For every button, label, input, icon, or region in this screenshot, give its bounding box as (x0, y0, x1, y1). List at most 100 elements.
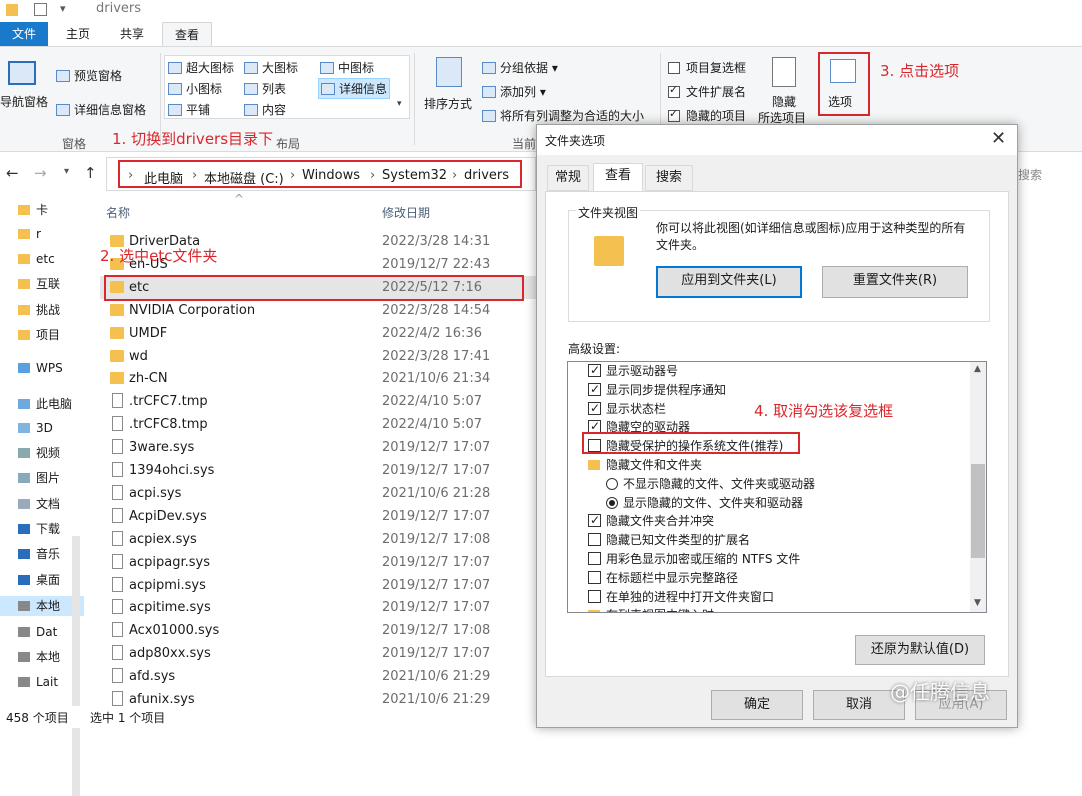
advanced-option[interactable]: 不显示隐藏的文件、文件夹或驱动器 (606, 475, 815, 494)
table-row[interactable]: 3ware.sys 2019/12/7 17:07 (100, 436, 536, 459)
tab-view[interactable]: 查看 (593, 163, 643, 191)
crumb-this-pc[interactable]: 此电脑 (144, 168, 183, 187)
advanced-option[interactable]: 显示同步提供程序通知 (588, 380, 726, 400)
hidden-items-toggle[interactable]: 隐藏的项目 (668, 107, 746, 124)
table-row[interactable]: AcpiDev.sys 2019/12/7 17:07 (100, 505, 536, 528)
nav-item[interactable]: 视频 (18, 443, 84, 463)
add-columns-button[interactable]: 添加列 ▾ (482, 83, 546, 100)
tab-view[interactable]: 查看 (162, 22, 212, 46)
nav-item[interactable]: 3D (18, 418, 84, 438)
table-row[interactable]: Acx01000.sys 2019/12/7 17:08 (100, 619, 536, 642)
table-row[interactable]: acpitime.sys 2019/12/7 17:07 (100, 596, 536, 619)
hide-button[interactable]: 隐藏 (772, 93, 796, 110)
group-by-button[interactable]: 分组依据 ▾ (482, 59, 558, 76)
close-icon[interactable]: ✕ (991, 128, 1006, 149)
navigation-pane: 卡 r etc 互联 挑战 项目 WPS 此电脑 3D 视频 图片 文档 下载 … (0, 196, 84, 796)
qat-dropdown-icon[interactable]: ▾ (60, 2, 66, 15)
tab-share[interactable]: 共享 (110, 22, 154, 46)
cloud-icon (18, 363, 30, 373)
details-pane-button[interactable]: 详细信息窗格 (56, 101, 146, 118)
advanced-option[interactable]: 隐藏已知文件类型的扩展名 (588, 531, 750, 550)
file-extensions-toggle[interactable]: 文件扩展名 (668, 83, 746, 100)
layout-details[interactable]: 详细信息 (318, 78, 391, 99)
breadcrumb[interactable]: › 此电脑 › 本地磁盘 (C:) › Windows › System32 ›… (118, 160, 522, 188)
layout-list[interactable]: 列表 (244, 80, 286, 97)
layout-content[interactable]: 内容 (244, 101, 286, 118)
crumb-drivers[interactable]: drivers (464, 168, 509, 183)
advanced-scrollbar[interactable]: ▲ ▼ (970, 362, 986, 612)
tab-file[interactable]: 文件 (0, 22, 48, 46)
apply-to-folders-button[interactable]: 应用到文件夹(L) (656, 266, 802, 298)
search-input[interactable]: 搜索 (1018, 166, 1042, 183)
advanced-option[interactable]: 显示隐藏的文件、文件夹和驱动器 (606, 494, 803, 513)
scroll-up-icon[interactable]: ▲ (974, 364, 981, 374)
table-row[interactable]: zh-CN 2021/10/6 21:34 (100, 367, 536, 390)
table-row[interactable]: .trCFC7.tmp 2022/4/10 5:07 (100, 390, 536, 413)
crumb-system32[interactable]: System32 (382, 168, 447, 183)
file-name: acpiex.sys (129, 532, 197, 547)
window-title: drivers (96, 1, 142, 16)
advanced-option[interactable]: 用彩色显示加密或压缩的 NTFS 文件 (588, 550, 800, 569)
nav-pane-button[interactable]: 导航窗格 (0, 93, 48, 110)
advanced-option[interactable]: 隐藏文件夹合并冲突 (588, 511, 714, 531)
scroll-down-icon[interactable]: ▼ (974, 598, 981, 608)
back-icon[interactable]: ← (6, 164, 19, 182)
table-row[interactable]: wd 2022/3/28 17:41 (100, 345, 536, 368)
layout-large-icons[interactable]: 大图标 (244, 59, 298, 76)
nav-item[interactable]: 文档 (18, 494, 84, 514)
table-row[interactable]: acpipmi.sys 2019/12/7 17:07 (100, 574, 536, 597)
table-row[interactable]: acpipagr.sys 2019/12/7 17:07 (100, 551, 536, 574)
recent-dropdown-icon[interactable]: ▾ (64, 166, 69, 177)
tab-general[interactable]: 常规 (547, 165, 589, 191)
tab-search[interactable]: 搜索 (645, 165, 693, 191)
nav-item[interactable]: 互联 (18, 274, 84, 294)
layout-xl-icons[interactable]: 超大图标 (168, 59, 234, 76)
table-row[interactable]: acpi.sys 2021/10/6 21:28 (100, 482, 536, 505)
nav-item[interactable]: 挑战 (18, 300, 84, 320)
advanced-option[interactable]: 在标题栏中显示完整路径 (588, 569, 738, 588)
advanced-option[interactable]: 在单独的进程中打开文件夹窗口 (588, 588, 774, 607)
file-date: 2019/12/7 17:07 (382, 555, 491, 570)
nav-item[interactable]: etc (18, 249, 84, 269)
table-row[interactable]: UMDF 2022/4/2 16:36 (100, 322, 536, 345)
column-name[interactable]: 名称 (106, 204, 130, 221)
fit-columns-button[interactable]: 将所有列调整为合适的大小 (482, 107, 644, 124)
drive-icon (18, 677, 30, 687)
nav-item[interactable]: WPS (18, 358, 84, 378)
restore-defaults-button[interactable]: 还原为默认值(D) (855, 635, 985, 665)
advanced-option[interactable]: 显示驱动器号 (588, 362, 678, 381)
layout-medium-icons[interactable]: 中图标 (320, 59, 374, 76)
nav-item[interactable]: 此电脑 (18, 394, 84, 414)
crumb-windows[interactable]: Windows (302, 168, 360, 183)
properties-icon[interactable] (34, 3, 47, 16)
etc-highlight (104, 275, 524, 301)
scroll-thumb[interactable] (971, 464, 985, 558)
sort-by-button[interactable]: 排序方式 (424, 95, 472, 112)
ok-button[interactable]: 确定 (711, 690, 803, 720)
nav-item[interactable]: r (18, 224, 84, 244)
forward-icon[interactable]: → (34, 164, 47, 182)
layout-small-icons[interactable]: 小图标 (168, 80, 222, 97)
up-icon[interactable]: ↑ (84, 164, 97, 182)
reset-folders-button[interactable]: 重置文件夹(R) (822, 266, 968, 298)
crumb-local-disk[interactable]: 本地磁盘 (C:) (204, 168, 284, 187)
column-date[interactable]: 修改日期 (382, 204, 430, 221)
layout-tiles[interactable]: 平铺 (168, 101, 210, 118)
table-row[interactable]: NVIDIA Corporation 2022/3/28 14:54 (100, 299, 536, 322)
gallery-more-icon[interactable]: ▾ (397, 99, 402, 109)
advanced-option[interactable]: 显示状态栏 (588, 399, 666, 419)
nav-item[interactable]: 图片 (18, 468, 84, 488)
tab-home[interactable]: 主页 (56, 22, 100, 46)
table-row[interactable]: afd.sys 2021/10/6 21:29 (100, 665, 536, 688)
table-row[interactable]: 1394ohci.sys 2019/12/7 17:07 (100, 459, 536, 482)
table-row[interactable]: .trCFC8.tmp 2022/4/10 5:07 (100, 413, 536, 436)
table-row[interactable]: acpiex.sys 2019/12/7 17:08 (100, 528, 536, 551)
item-checkboxes-toggle[interactable]: 项目复选框 (668, 59, 746, 76)
nav-item[interactable]: 项目 (18, 325, 84, 345)
preview-pane-button[interactable]: 预览窗格 (56, 67, 122, 84)
advanced-settings-list[interactable]: 显示驱动器号显示同步提供程序通知显示状态栏隐藏空的驱动器隐藏受保护的操作系统文件… (567, 361, 987, 613)
nav-scrollbar[interactable] (72, 536, 80, 796)
nav-item[interactable]: 卡 (18, 200, 84, 220)
table-row[interactable]: adp80xx.sys 2019/12/7 17:07 (100, 642, 536, 665)
file-date: 2019/12/7 17:07 (382, 646, 491, 661)
